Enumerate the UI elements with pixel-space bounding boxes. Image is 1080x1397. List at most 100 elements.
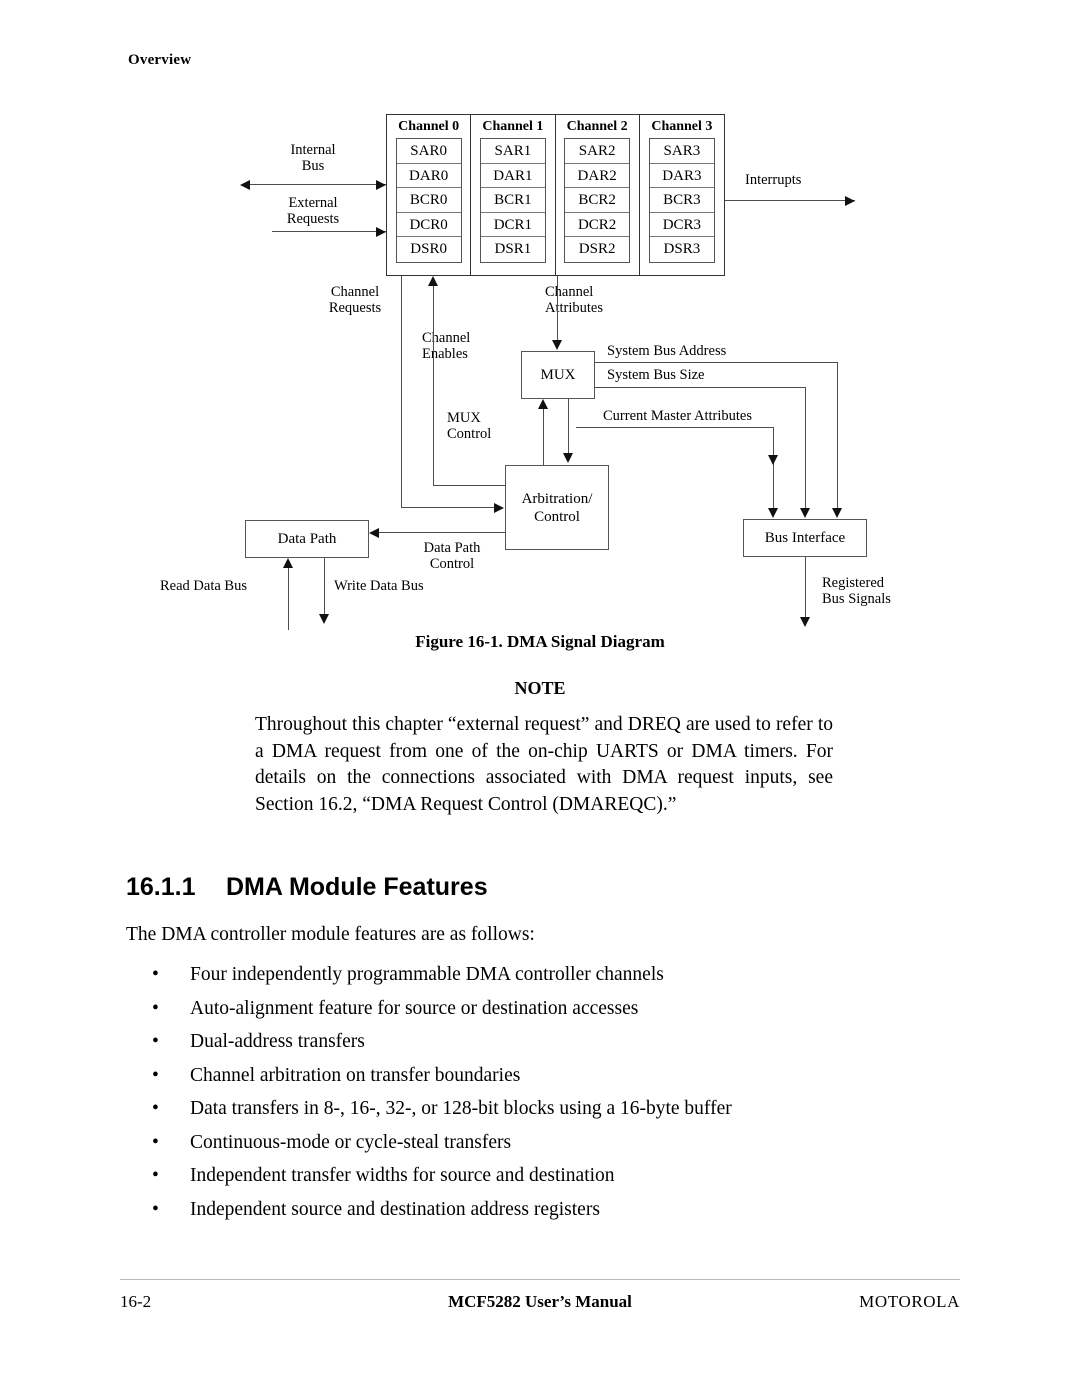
footer-divider	[120, 1279, 960, 1280]
bullet-marker: •	[152, 1165, 159, 1186]
register-stack: SAR0 DAR0 BCR0 DCR0 DSR0	[395, 138, 462, 263]
list-item-label: Independent transfer widths for source a…	[190, 1165, 615, 1186]
label-channel-enables: Channel Enables	[422, 330, 471, 362]
interrupts-arrow	[845, 196, 855, 206]
channel-requests-arrow	[494, 503, 504, 513]
register-stack: SAR3 DAR3 BCR3 DCR3 DSR3	[648, 138, 715, 263]
channel-column-0: Channel 0 SAR0 DAR0 BCR0 DCR0 DSR0	[387, 115, 472, 275]
channel-title: Channel 1	[482, 119, 544, 134]
document-page: Overview Channel 0 SAR0 DAR0 BCR0 DCR0 D…	[0, 0, 1080, 1397]
channel-requests-line-horizontal	[401, 507, 495, 509]
note-heading: NOTE	[514, 678, 566, 698]
mux-control-line	[543, 409, 545, 466]
register-stack: SAR2 DAR2 BCR2 DCR2 DSR2	[564, 138, 631, 263]
channel-title: Channel 0	[398, 119, 460, 134]
interrupts-line	[725, 200, 855, 202]
channel-enables-line-horizontal	[433, 485, 505, 487]
bullet-marker: •	[152, 964, 159, 985]
system-bus-address-arrow	[832, 508, 842, 518]
read-data-bus-arrow	[283, 558, 293, 568]
register-cell: DAR0	[396, 164, 461, 189]
list-item-label: Continuous-mode or cycle-steal transfers	[190, 1131, 512, 1153]
list-item: • Auto-alignment feature for source or d…	[152, 992, 952, 1026]
register-cell: DCR0	[396, 213, 461, 238]
channel-attributes-line	[557, 276, 559, 341]
register-cell: DAR1	[480, 164, 545, 189]
current-master-attributes-line-horizontal	[576, 427, 774, 429]
register-cell: DSR0	[410, 241, 447, 258]
list-item: • Independent transfer widths for source…	[152, 1159, 952, 1193]
register-cell: DAR2	[565, 164, 630, 189]
channel-enables-line-vertical	[433, 286, 435, 486]
page-footer: 16-2 MCF5282 User’s Manual MOTOROLA	[120, 1292, 960, 1312]
channel-column-3: Channel 3 SAR3 DAR3 BCR3 DCR3 DSR3	[640, 115, 724, 275]
bullet-marker: •	[152, 997, 159, 1019]
section-number: 16.1.1	[126, 873, 196, 901]
running-head: Overview	[128, 52, 192, 68]
note-body: Throughout this chapter “external reques…	[255, 714, 833, 815]
footer-page-number: 16-2	[120, 1292, 152, 1311]
section-title: DMA Module Features	[226, 873, 488, 901]
list-item-label: Data transfers in 8-, 16-, 32-, or 128-b…	[190, 1098, 732, 1119]
label-write-data-bus: Write Data Bus	[334, 578, 424, 594]
arbitration-control-box: Arbitration/ Control	[505, 465, 609, 550]
register-cell: BCR0	[396, 188, 461, 213]
label-external-requests: External Requests	[286, 195, 340, 227]
write-data-bus-line	[324, 558, 326, 616]
bullet-marker: •	[152, 1031, 159, 1052]
register-cell: DSR3	[663, 241, 701, 258]
register-cell: SAR1	[480, 139, 545, 164]
label-mux-control: MUX Control	[447, 410, 492, 442]
registered-bus-signals-line	[805, 557, 807, 619]
bullet-marker: •	[152, 1064, 159, 1086]
mux-control-arrow	[538, 399, 548, 409]
current-master-attributes-arb-arrow	[768, 455, 778, 465]
bullet-marker: •	[152, 1098, 159, 1119]
label-channel-requests: Channel Requests	[328, 284, 382, 316]
system-bus-size-line-horizontal	[595, 387, 806, 389]
register-cell: DAR3	[649, 164, 714, 189]
label-channel-attributes: Channel Attributes	[545, 284, 603, 316]
data-path-control-arrow	[369, 528, 379, 538]
system-bus-address-line-vertical	[837, 362, 839, 510]
channel-enables-arrow	[428, 276, 438, 286]
list-item-label: Auto-alignment feature for source or des…	[190, 997, 639, 1019]
system-bus-size-line-vertical	[805, 387, 807, 510]
label-internal-bus: Internal Bus	[290, 142, 336, 174]
bullet-marker: •	[152, 1131, 159, 1153]
read-data-bus-line	[288, 568, 290, 630]
write-data-bus-arrow	[319, 614, 329, 624]
label-interrupts: Interrupts	[745, 172, 802, 188]
section-heading: 16.1.1 DMA Module Features	[126, 873, 488, 902]
feature-list: • Four independently programmable DMA co…	[152, 958, 952, 1226]
mux-output-arrow	[563, 453, 573, 463]
mux-output-line	[568, 399, 570, 455]
label-registered-bus-signals: Registered Bus Signals	[822, 575, 891, 607]
label-system-bus-address: System Bus Address	[607, 343, 727, 359]
system-bus-size-arrow	[800, 508, 810, 518]
figure-caption: Figure 16-1. DMA Signal Diagram	[415, 632, 665, 651]
register-cell: DSR1	[494, 241, 532, 258]
list-item-label: Four independently programmable DMA cont…	[190, 964, 664, 985]
channel-attributes-arrow	[552, 340, 562, 350]
register-cell: BCR2	[565, 188, 630, 213]
register-stack: SAR1 DAR1 BCR1 DCR1 DSR1	[479, 138, 546, 263]
label-current-master-attributes: Current Master Attributes	[603, 408, 753, 424]
register-cell: DCR1	[480, 213, 545, 238]
list-item: • Four independently programmable DMA co…	[152, 958, 952, 992]
label-read-data-bus: Read Data Bus	[160, 578, 247, 594]
external-requests-line	[272, 231, 386, 233]
channel-title: Channel 2	[566, 119, 628, 134]
register-cell: SAR0	[396, 139, 461, 164]
mux-box: MUX	[521, 351, 595, 399]
internal-bus-arrow-right	[376, 180, 386, 190]
register-cell: BCR3	[649, 188, 714, 213]
current-master-attributes-arrow	[768, 508, 778, 518]
list-item-label: Dual-address transfers	[190, 1031, 365, 1052]
data-path-box: Data Path	[245, 520, 369, 558]
register-cell: SAR3	[649, 139, 714, 164]
dma-signal-diagram: Channel 0 SAR0 DAR0 BCR0 DCR0 DSR0 Chann…	[0, 100, 1080, 630]
channel-register-bank: Channel 0 SAR0 DAR0 BCR0 DCR0 DSR0 Chann…	[386, 114, 725, 276]
channel-column-1: Channel 1 SAR1 DAR1 BCR1 DCR1 DSR1	[471, 115, 556, 275]
bullet-marker: •	[152, 1198, 159, 1220]
